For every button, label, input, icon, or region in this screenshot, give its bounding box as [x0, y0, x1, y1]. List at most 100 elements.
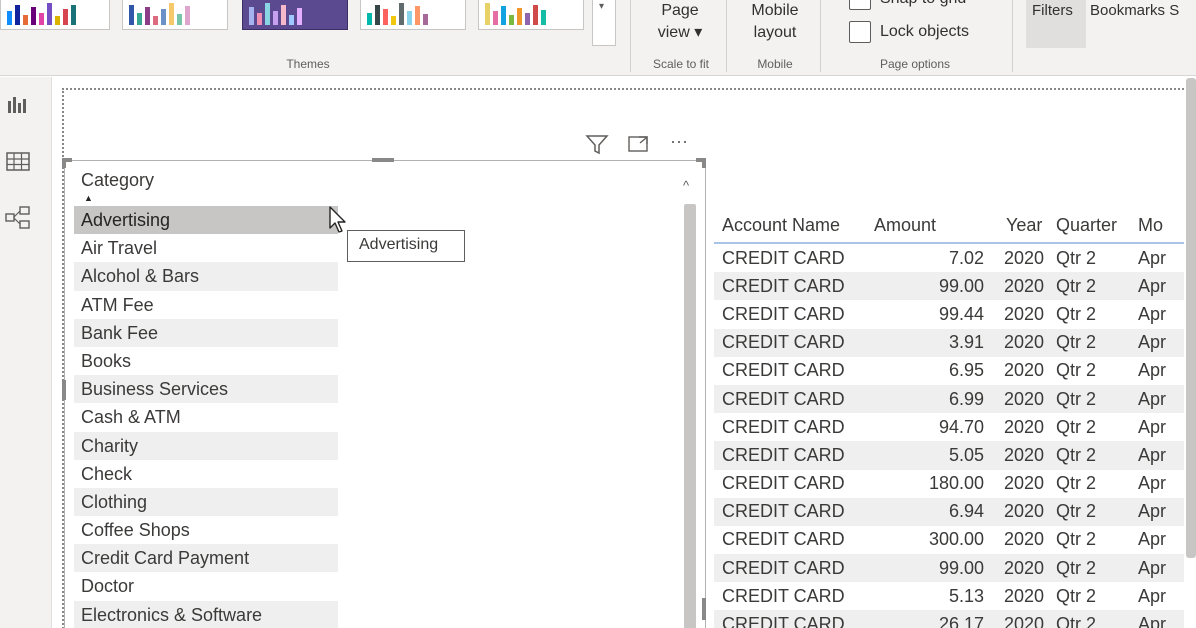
mobile-group-label: Mobile [757, 57, 793, 71]
column-header-quarter[interactable]: Quarter [1048, 215, 1134, 236]
cell-amount: 7.02 [948, 247, 984, 268]
focus-mode-icon[interactable] [626, 132, 652, 156]
cell-account-name: CREDIT CARD [722, 614, 845, 628]
column-header-amount[interactable]: Amount [864, 215, 986, 236]
cell-quarter: Qtr 2 [1056, 275, 1097, 296]
cell-month: Apr [1138, 557, 1167, 578]
resize-handle[interactable] [62, 380, 66, 400]
slicer-item[interactable]: Electronics & Software [74, 600, 338, 628]
cell-account-name: CREDIT CARD [722, 332, 845, 353]
slicer-item[interactable]: Coffee Shops [74, 516, 338, 544]
table-row: CREDIT CARD 180.00 2020 Qtr 2 Apr [714, 470, 1184, 498]
page-view-button[interactable]: Page view ▾ [646, 0, 714, 44]
ribbon-divider [820, 0, 821, 72]
cell-amount: 5.05 [948, 444, 984, 465]
cell-month: Apr [1138, 388, 1167, 409]
ribbon-divider [1012, 0, 1013, 72]
cell-account-name: CREDIT CARD [722, 388, 845, 409]
cell-month: Apr [1138, 473, 1167, 494]
cell-month: Apr [1138, 303, 1167, 324]
cell-account-name: CREDIT CARD [722, 360, 845, 381]
slicer-item[interactable]: Alcohol & Bars [74, 262, 338, 291]
resize-handle[interactable] [702, 598, 706, 620]
theme-thumb-innovate[interactable] [478, 0, 584, 30]
table-row: CREDIT CARD 7.02 2020 Qtr 2 Apr [714, 244, 1184, 272]
model-view-icon[interactable] [4, 205, 32, 231]
filter-icon[interactable] [584, 132, 610, 156]
cell-month: Apr [1138, 529, 1167, 550]
slicer-item[interactable]: Books [74, 347, 338, 375]
cell-quarter: Qtr 2 [1056, 444, 1097, 465]
cell-month: Apr [1138, 416, 1167, 437]
themes-gallery-more-button[interactable]: ▾ [592, 0, 616, 46]
cell-account-name: CREDIT CARD [722, 275, 845, 296]
slicer-item[interactable]: Doctor [74, 572, 338, 600]
cell-quarter: Qtr 2 [1056, 247, 1097, 268]
cell-amount: 180.00 [928, 473, 984, 494]
cell-month: Apr [1138, 444, 1167, 465]
snap-to-grid-checkbox[interactable] [849, 0, 871, 10]
cell-month: Apr [1138, 614, 1167, 628]
theme-thumb-selected[interactable] [242, 0, 348, 30]
cell-amount: 6.95 [948, 360, 984, 381]
cell-year: 2020 [1003, 416, 1044, 437]
table-row: CREDIT CARD 26.17 2020 Qtr 2 Apr [714, 610, 1184, 628]
hover-tooltip: Advertising [347, 230, 465, 262]
resize-handle[interactable] [62, 158, 66, 168]
table-row: CREDIT CARD 94.70 2020 Qtr 2 Apr [714, 413, 1184, 441]
table-view-icon[interactable] [4, 149, 32, 175]
slicer-title: Category [81, 170, 155, 190]
cell-quarter: Qtr 2 [1056, 360, 1097, 381]
cell-year: 2020 [1003, 614, 1044, 628]
scroll-up-icon[interactable]: ^ [683, 178, 689, 193]
resize-handle[interactable] [702, 158, 706, 168]
mobile-layout-button[interactable]: Mobile layout [738, 0, 812, 44]
column-header-year[interactable]: Year [986, 215, 1048, 236]
slicer-item[interactable]: Clothing [74, 487, 338, 517]
resize-handle[interactable] [372, 158, 394, 162]
filters-pane-button[interactable]: Filters [1026, 0, 1086, 48]
scale-to-fit-group-label: Scale to fit [652, 57, 710, 71]
ribbon-divider [726, 0, 727, 72]
table-row: CREDIT CARD 6.94 2020 Qtr 2 Apr [714, 497, 1184, 526]
cell-amount: 300.00 [928, 529, 984, 550]
theme-thumb-default[interactable] [0, 0, 110, 30]
slicer-scrollbar[interactable] [684, 204, 696, 628]
slicer-item[interactable]: ATM Fee [74, 291, 338, 319]
column-header-account-name[interactable]: Account Name [714, 215, 864, 236]
cell-quarter: Qtr 2 [1056, 529, 1097, 550]
cell-amount: 3.91 [948, 332, 984, 353]
sort-ascending-icon[interactable]: ▲ [84, 193, 93, 203]
left-navigation [0, 77, 52, 628]
slicer-item[interactable]: Cash & ATM [74, 403, 338, 431]
lock-objects-checkbox[interactable] [849, 21, 871, 43]
cell-year: 2020 [1003, 303, 1044, 324]
canvas-scrollbar[interactable] [1186, 78, 1196, 558]
more-options-icon[interactable]: ··· [670, 132, 696, 156]
slicer-item[interactable]: Charity [74, 431, 338, 460]
table-row: CREDIT CARD 5.05 2020 Qtr 2 Apr [714, 441, 1184, 470]
cell-amount: 99.00 [938, 557, 984, 578]
cell-amount: 26.17 [938, 614, 984, 628]
slicer-item[interactable]: Business Services [74, 375, 338, 404]
theme-thumb-frontier[interactable] [360, 0, 466, 30]
theme-thumb-executive[interactable] [122, 0, 228, 30]
cell-year: 2020 [1003, 529, 1044, 550]
slicer-item[interactable]: Air Travel [74, 234, 338, 262]
cell-year: 2020 [1003, 360, 1044, 381]
slicer-item[interactable]: Credit Card Payment [74, 544, 338, 573]
column-header-month[interactable]: Mo [1134, 215, 1184, 236]
slicer-item[interactable]: Advertising [74, 206, 338, 235]
cell-quarter: Qtr 2 [1056, 501, 1097, 522]
bookmarks-pane-button[interactable]: Bookmarks S [1084, 0, 1196, 48]
slicer-item[interactable]: Check [74, 460, 338, 488]
cell-account-name: CREDIT CARD [722, 557, 845, 578]
cell-quarter: Qtr 2 [1056, 557, 1097, 578]
cell-month: Apr [1138, 360, 1167, 381]
table-row: CREDIT CARD 5.13 2020 Qtr 2 Apr [714, 582, 1184, 610]
slicer-item[interactable]: Bank Fee [74, 318, 338, 347]
cell-quarter: Qtr 2 [1056, 303, 1097, 324]
report-view-icon[interactable] [4, 93, 32, 119]
table-body: CREDIT CARD 7.02 2020 Qtr 2 Apr CREDIT CARD 99… [714, 244, 1184, 628]
cell-amount: 6.94 [948, 501, 984, 522]
